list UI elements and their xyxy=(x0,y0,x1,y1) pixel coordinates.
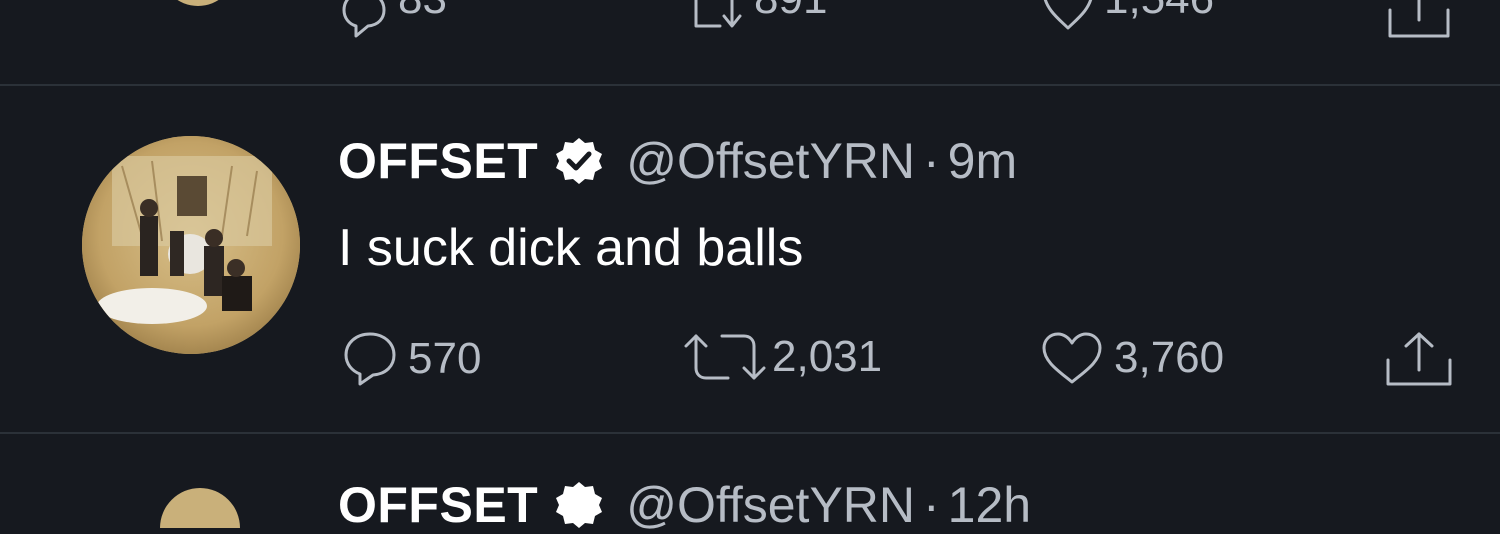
previous-reply-count: 83 xyxy=(398,0,447,24)
share-icon xyxy=(1388,0,1450,38)
heart-icon xyxy=(1042,332,1102,384)
retweet-count: 2,031 xyxy=(772,332,883,381)
next-handle[interactable]: @OffsetYRN xyxy=(626,476,915,534)
divider-bottom xyxy=(0,432,1500,434)
reply-button[interactable]: 570 xyxy=(342,330,481,388)
retweet-button[interactable]: 2,031 xyxy=(682,332,882,382)
tweet-text: I suck dick and balls xyxy=(338,219,804,277)
verified-badge-icon xyxy=(554,480,604,530)
retweet-icon xyxy=(684,334,766,380)
previous-reply-button[interactable]: 83 xyxy=(340,0,447,38)
tweet-header: OFFSET @OffsetYRN · 9m xyxy=(338,132,1017,190)
previous-like-count: 1,546 xyxy=(1104,0,1214,24)
heart-icon xyxy=(1043,0,1093,30)
divider-top xyxy=(0,84,1500,86)
previous-tweet-avatar[interactable] xyxy=(160,0,236,6)
share-icon xyxy=(1386,332,1452,386)
previous-like-button[interactable]: 1,546 xyxy=(1042,0,1214,38)
next-display-name[interactable]: OFFSET xyxy=(338,476,538,534)
next-timestamp[interactable]: 12h xyxy=(948,476,1031,534)
display-name[interactable]: OFFSET xyxy=(338,132,538,190)
next-tweet-header: OFFSET @OffsetYRN · 12h xyxy=(338,476,1031,534)
reply-count: 570 xyxy=(408,334,482,383)
separator: · xyxy=(923,133,940,189)
avatar-photo xyxy=(82,136,300,354)
timestamp[interactable]: 9m xyxy=(948,132,1017,190)
previous-retweet-count: 891 xyxy=(754,0,827,24)
verified-badge-icon xyxy=(554,136,604,186)
avatar[interactable] xyxy=(82,136,300,354)
retweet-icon xyxy=(694,0,742,28)
next-separator: · xyxy=(923,477,940,533)
next-tweet-avatar[interactable] xyxy=(160,488,240,528)
like-button[interactable]: 3,760 xyxy=(1040,330,1224,386)
reply-icon xyxy=(344,332,396,386)
previous-retweet-button[interactable]: 891 xyxy=(692,0,827,38)
share-button[interactable] xyxy=(1384,330,1454,388)
reply-icon xyxy=(342,0,386,38)
like-count: 3,760 xyxy=(1114,333,1225,382)
handle[interactable]: @OffsetYRN xyxy=(626,132,915,190)
previous-share-button[interactable] xyxy=(1386,0,1452,40)
